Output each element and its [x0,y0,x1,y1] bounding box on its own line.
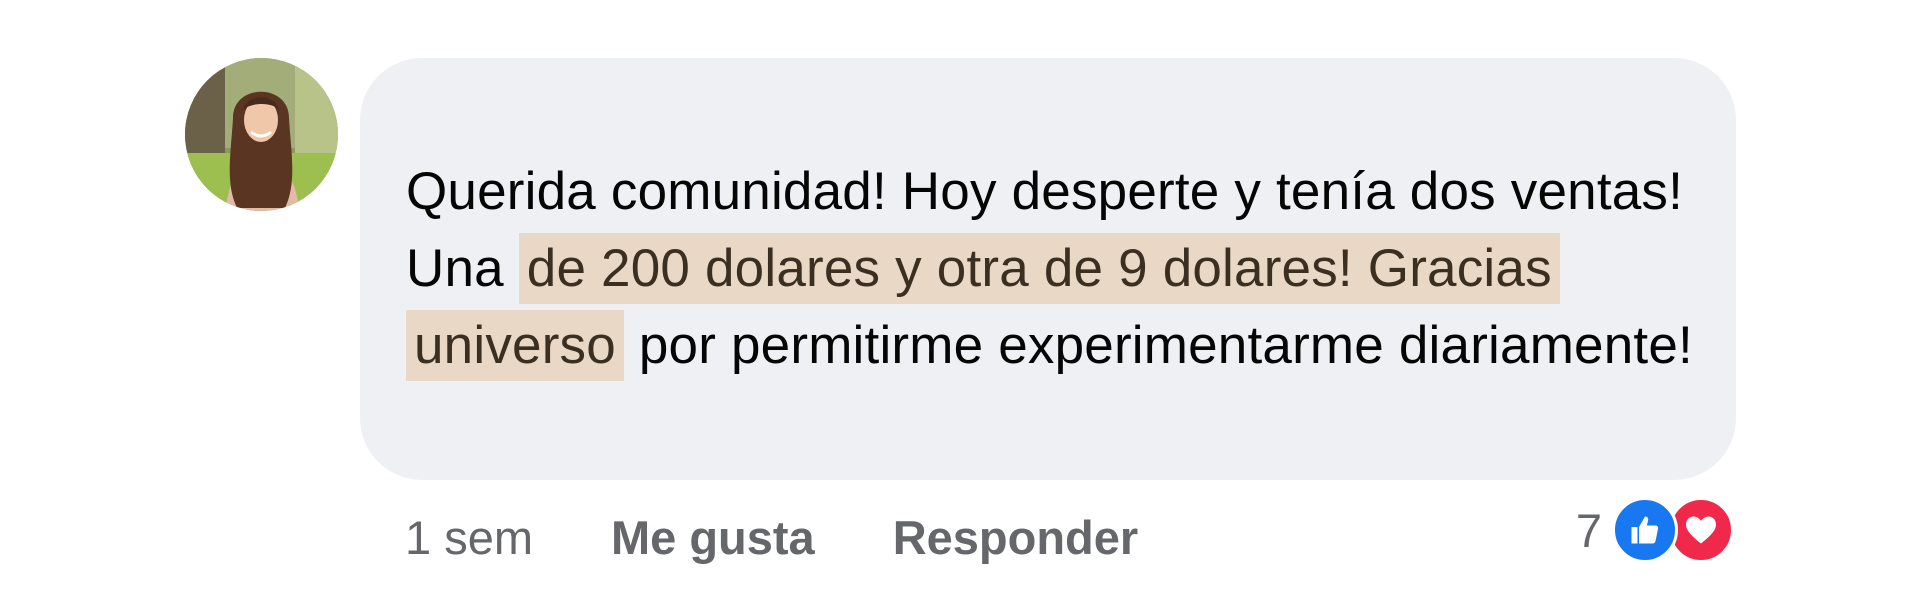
reactions-summary[interactable]: 7 [1575,497,1734,563]
comment-actions: 1 sem Me gusta Responder [405,505,1216,569]
comment-text: Querida comunidad! Hoy desperte y tenía … [406,153,1706,384]
reaction-count: 7 [1575,503,1602,557]
comment-container: Querida comunidad! Hoy desperte y tenía … [0,0,1920,607]
like-button[interactable]: Me gusta [611,510,815,565]
comment-bubble: Querida comunidad! Hoy desperte y tenía … [360,58,1736,480]
comment-timestamp[interactable]: 1 sem [405,510,533,565]
comment-text-plain-end: por permitirme experimentarme diariament… [623,316,1693,375]
avatar-photo [185,58,338,211]
thumbs-up-icon [1612,497,1678,563]
reply-button[interactable]: Responder [893,510,1139,565]
avatar[interactable] [185,58,338,211]
